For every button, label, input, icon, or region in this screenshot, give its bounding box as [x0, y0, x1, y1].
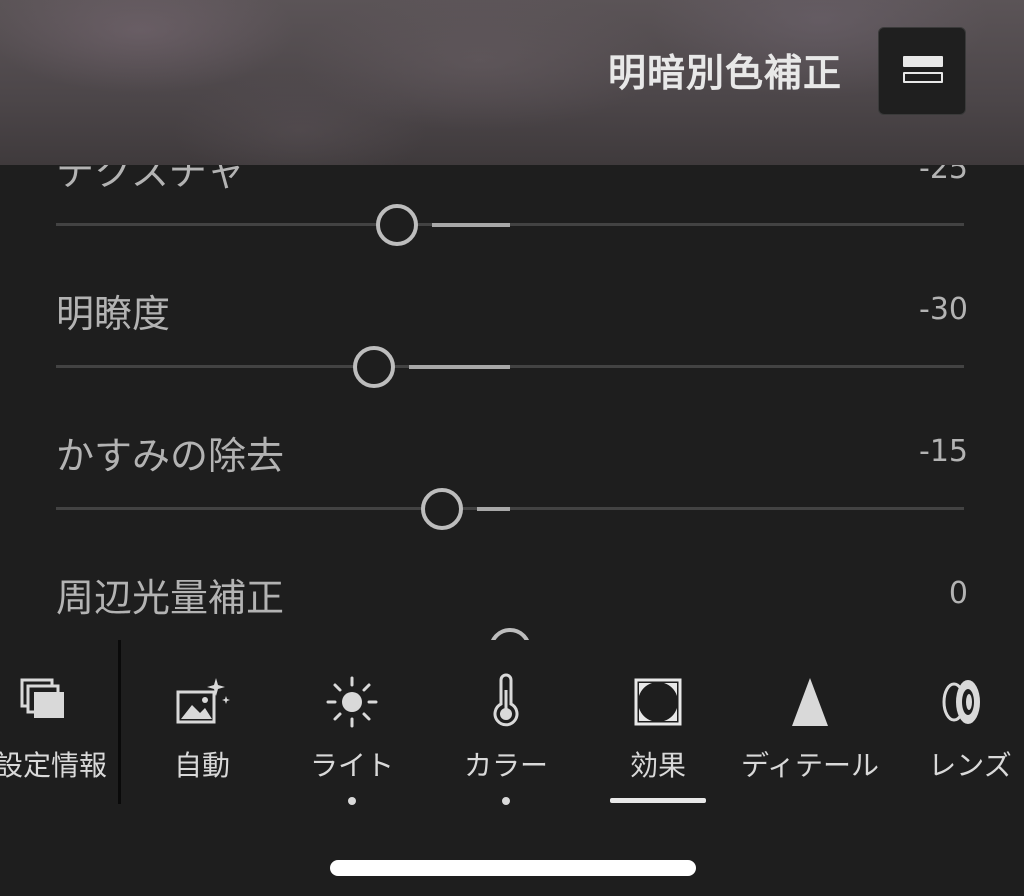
editor-screen: 明暗別色補正 テクスチャ -25 明瞭度 -30 かすみの除去 -15 周辺光量… [0, 0, 1024, 896]
color-icon [493, 673, 519, 727]
tool-lens[interactable]: レンズ [920, 640, 1020, 810]
vignette-slider-thumb[interactable] [489, 628, 531, 640]
texture-slider-thumb[interactable] [375, 204, 418, 246]
texture-value[interactable]: -25 [919, 165, 968, 186]
dehaze-slider-fill [476, 506, 510, 511]
home-indicator[interactable] [330, 860, 696, 876]
vignette-value[interactable]: 0 [949, 576, 968, 611]
detail-icon [792, 678, 828, 726]
dehaze-slider-track[interactable] [56, 507, 964, 510]
tool-detail-label: ディテール [740, 749, 880, 782]
tool-effects-label: 効果 [629, 749, 686, 782]
clarity-label: 明瞭度 [56, 292, 171, 336]
photo-preview[interactable] [0, 0, 1024, 165]
clarity-value[interactable]: -30 [919, 292, 968, 327]
texture-slider-track[interactable] [56, 223, 964, 226]
clarity-slider-thumb[interactable] [352, 346, 395, 388]
tool-presets[interactable]: 設定情報 [0, 640, 114, 810]
tool-color-label: カラー [463, 749, 548, 782]
split-toning-button[interactable] [878, 27, 966, 115]
dehaze-value[interactable]: -15 [919, 434, 968, 469]
tool-presets-label: 設定情報 [0, 749, 107, 782]
clarity-slider-track[interactable] [56, 365, 964, 368]
texture-slider-fill [431, 222, 510, 227]
tool-light-label: ライト [309, 749, 394, 782]
tool-effects[interactable]: 効果 [608, 640, 708, 810]
clarity-slider-fill [408, 364, 510, 369]
tool-auto-label: 自動 [173, 749, 230, 782]
split-bottom-icon [903, 72, 943, 83]
panel-title: 明暗別色補正 [607, 51, 842, 95]
vignette-label: 周辺光量補正 [56, 576, 285, 620]
dehaze-label: かすみの除去 [56, 434, 285, 478]
edit-toolbar: 設定情報 自動 ライト カラー 効果 ディテール レンズ [0, 640, 1024, 815]
tool-effects-selected-indicator [610, 798, 706, 803]
texture-label: テクスチャ [56, 165, 245, 194]
toolbar-divider [118, 640, 121, 804]
auto-icon [176, 678, 230, 724]
dehaze-slider-thumb[interactable] [420, 488, 463, 530]
tool-auto[interactable]: 自動 [150, 640, 254, 810]
tool-color-modified-dot [502, 797, 510, 805]
light-icon [326, 676, 378, 728]
effects-slider-panel: テクスチャ -25 明瞭度 -30 かすみの除去 -15 周辺光量補正 0 [0, 165, 1024, 640]
lens-icon [942, 680, 980, 724]
tool-light-modified-dot [348, 797, 356, 805]
tool-lens-label: レンズ [928, 749, 1012, 782]
presets-icon [20, 678, 64, 718]
tool-color[interactable]: カラー [450, 640, 562, 810]
effects-icon [634, 678, 682, 726]
tool-light[interactable]: ライト [298, 640, 406, 810]
split-top-icon [903, 56, 943, 67]
tool-detail[interactable]: ディテール [736, 640, 884, 810]
